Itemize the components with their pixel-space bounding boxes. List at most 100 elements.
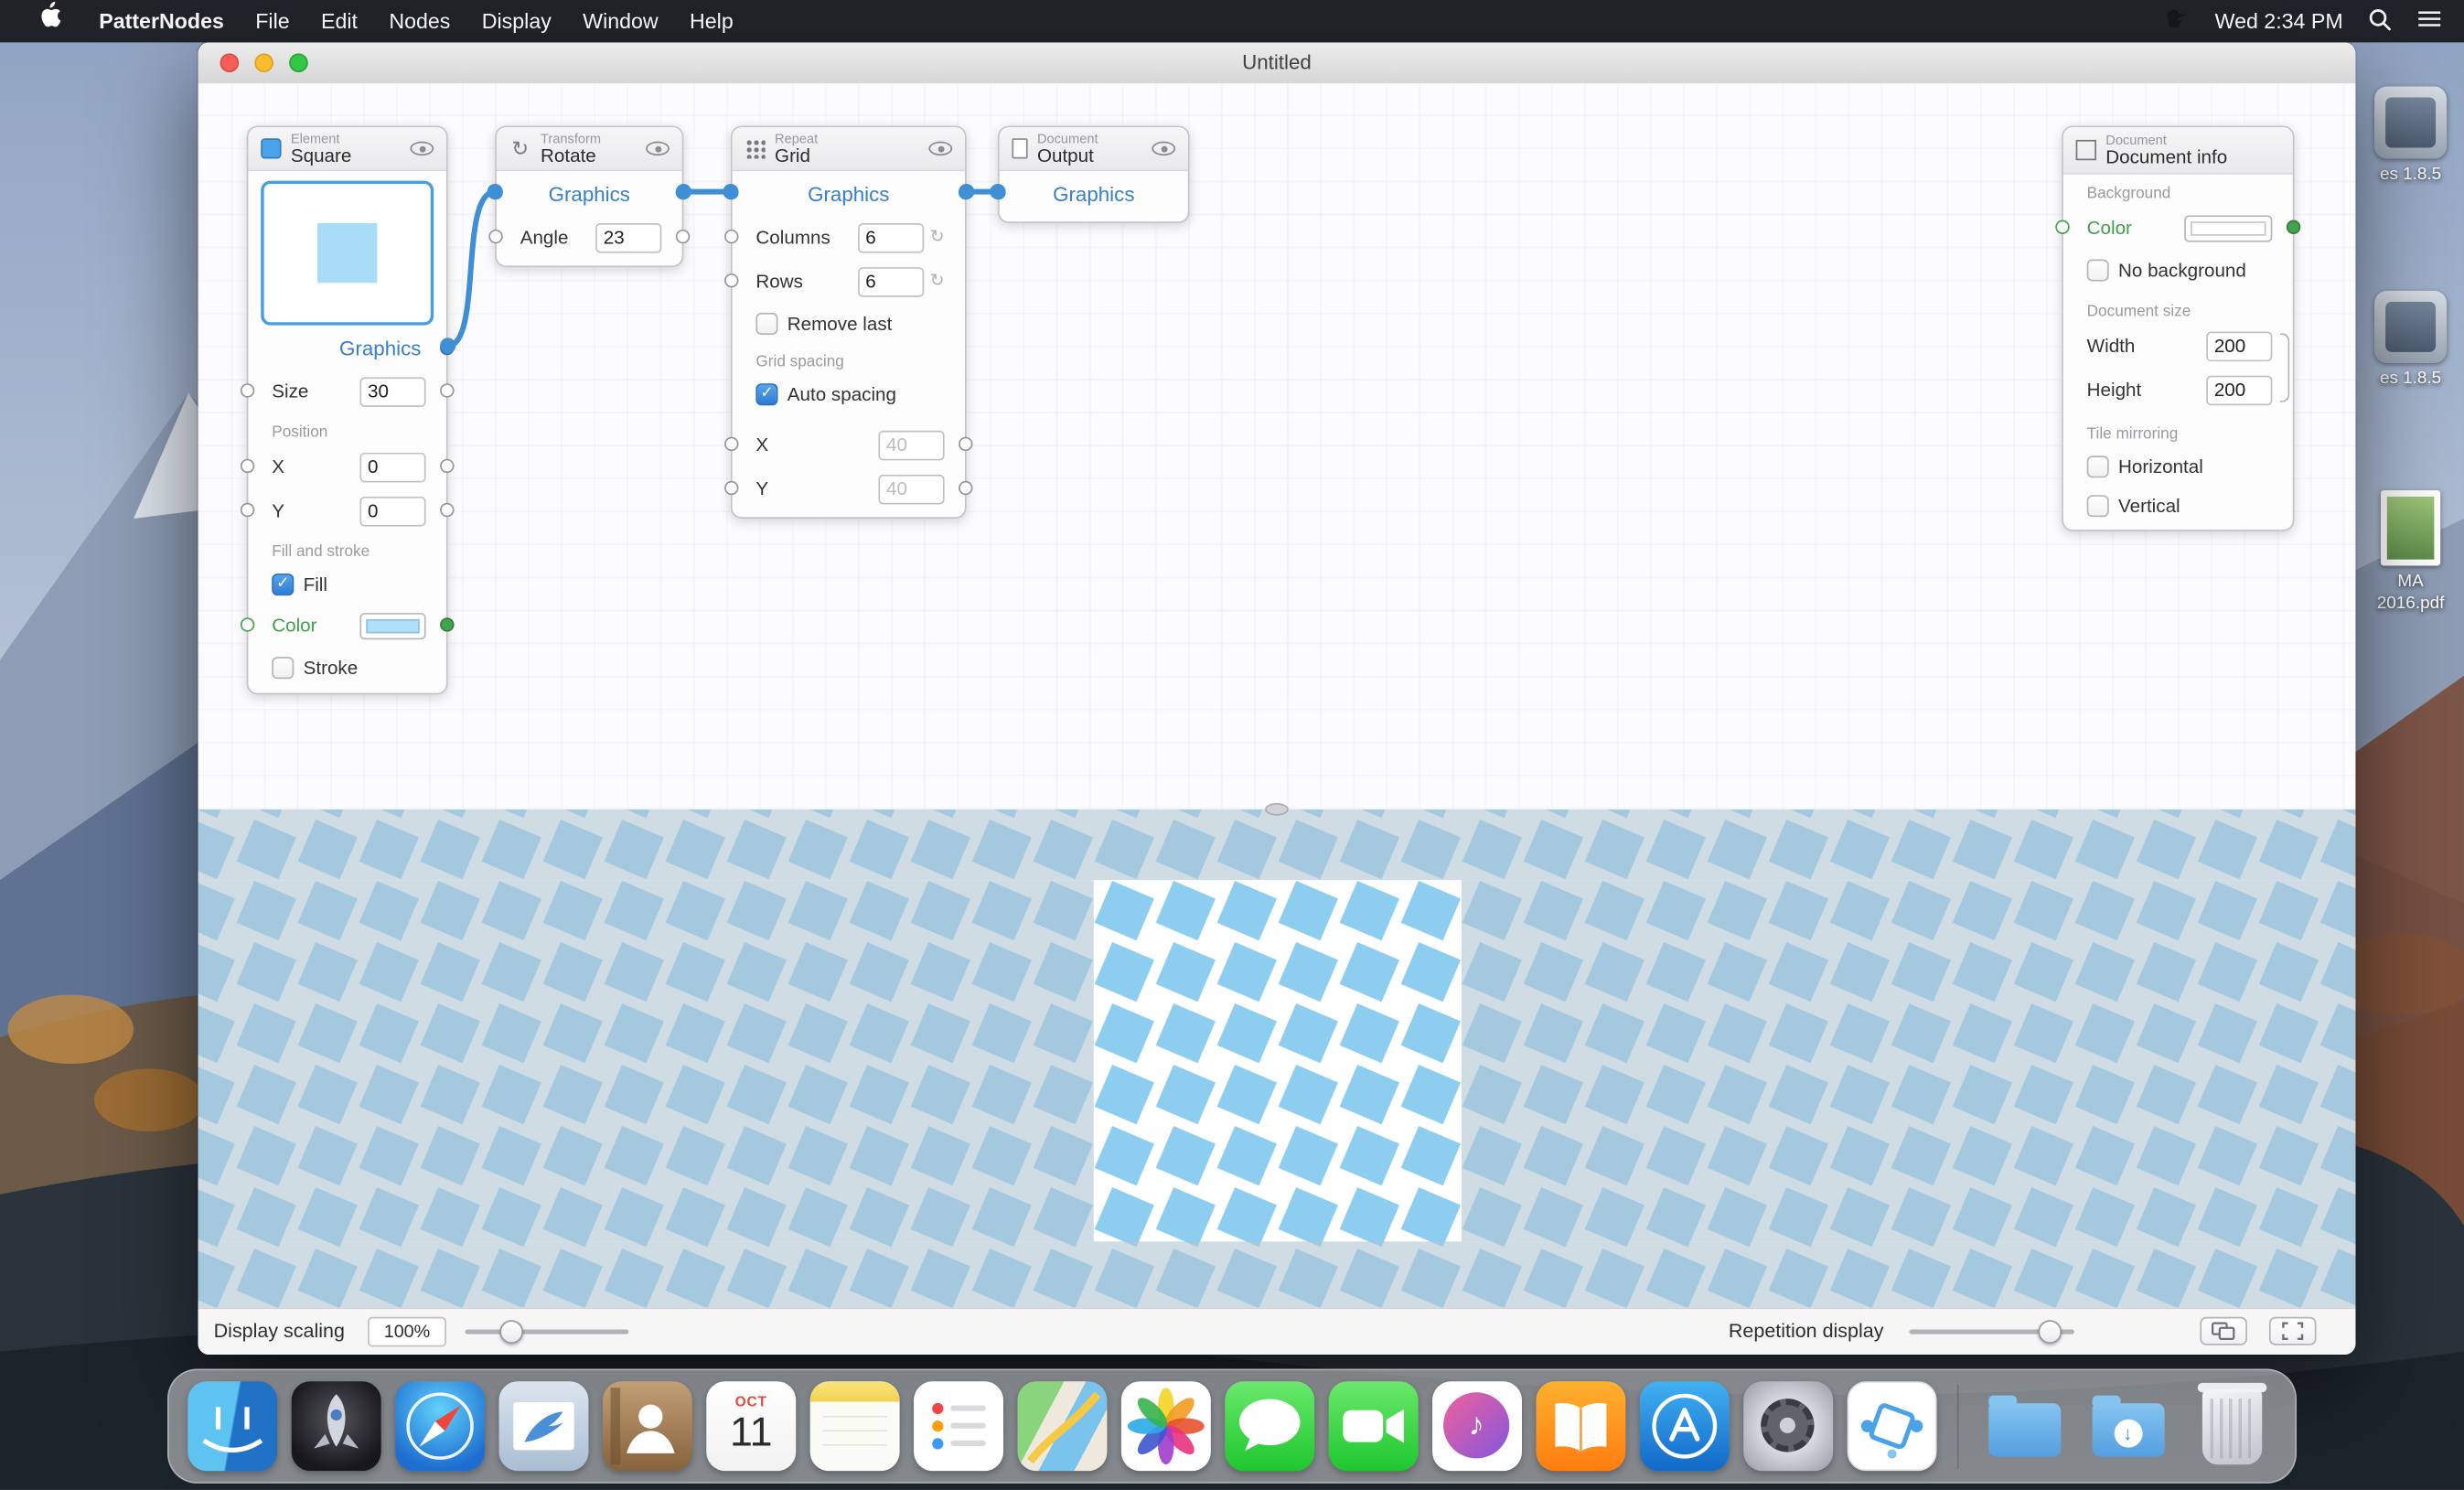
- repetition-display-slider[interactable]: [1910, 1318, 2074, 1345]
- desktop-icon-2[interactable]: es 1.8.5: [2361, 291, 2461, 391]
- port-graphics-input[interactable]: [724, 186, 738, 199]
- port-x-input[interactable]: [241, 459, 254, 473]
- eye-icon[interactable]: [928, 142, 952, 155]
- spotlight-icon[interactable]: [2368, 7, 2392, 36]
- dock-icon-downloads[interactable]: ↓: [2083, 1381, 2172, 1471]
- title-bar[interactable]: Untitled: [198, 42, 2355, 84]
- dock-icon-finder[interactable]: [187, 1381, 277, 1471]
- document-info-header[interactable]: Document Document info: [2063, 127, 2293, 175]
- menu-edit[interactable]: Edit: [305, 0, 373, 42]
- eye-icon[interactable]: [646, 142, 670, 155]
- menu-nodes[interactable]: Nodes: [373, 0, 466, 42]
- menu-display[interactable]: Display: [466, 0, 567, 42]
- pattern-preview[interactable]: [198, 809, 2355, 1308]
- port-columns-input[interactable]: [724, 230, 738, 243]
- dock-icon-notes[interactable]: [810, 1381, 900, 1471]
- dock-icon-system-preferences[interactable]: [1743, 1381, 1833, 1471]
- desktop-icon-1[interactable]: es 1.8.5: [2361, 86, 2461, 187]
- eye-icon[interactable]: [1152, 142, 1175, 155]
- fit-view-button[interactable]: [2269, 1317, 2317, 1345]
- dock-icon-app-store[interactable]: [1640, 1381, 1730, 1471]
- node-editor-canvas[interactable]: Element Square Graphics Size30 Position …: [198, 83, 2355, 809]
- port-color-input[interactable]: [241, 617, 254, 631]
- horizontal-mirror-checkbox[interactable]: [2087, 455, 2109, 477]
- node-rotate[interactable]: ↻ Transform Rotate Graphics Angle23: [495, 125, 683, 267]
- port-x-spacing-input[interactable]: [724, 437, 738, 451]
- x-spacing-input[interactable]: 40: [878, 430, 944, 460]
- no-background-checkbox[interactable]: [2087, 259, 2109, 281]
- node-rotate-header[interactable]: ↻ Transform Rotate: [497, 127, 682, 171]
- fill-color-swatch[interactable]: [359, 612, 425, 638]
- port-graphics-output[interactable]: [440, 341, 454, 355]
- port-graphics-input[interactable]: [991, 186, 1005, 199]
- eye-icon[interactable]: [410, 142, 434, 155]
- port-y-spacing-output[interactable]: [959, 481, 972, 495]
- dock-icon-safari[interactable]: [395, 1381, 485, 1471]
- dock-icon-patternodes[interactable]: [1848, 1381, 1937, 1471]
- port-graphics-input[interactable]: [488, 186, 502, 199]
- port-graphics-output[interactable]: [676, 186, 690, 199]
- dock-icon-ibooks[interactable]: [1536, 1381, 1625, 1471]
- y-spacing-input[interactable]: 40: [878, 474, 944, 504]
- panel-document-info[interactable]: Document Document info Background Color …: [2062, 125, 2294, 531]
- port-size-output[interactable]: [440, 383, 454, 397]
- y-input[interactable]: 0: [359, 496, 425, 526]
- remove-last-checkbox[interactable]: [755, 312, 777, 334]
- background-color-swatch[interactable]: [2184, 215, 2272, 241]
- port-y-input[interactable]: [241, 503, 254, 517]
- slider-knob[interactable]: [2038, 1320, 2062, 1344]
- dock-icon-messages[interactable]: [1225, 1381, 1314, 1471]
- auto-spacing-checkbox[interactable]: [755, 382, 777, 404]
- menu-window[interactable]: Window: [567, 0, 674, 42]
- display-scaling-value[interactable]: 100%: [368, 1317, 446, 1347]
- port-background-color-input[interactable]: [2055, 220, 2069, 234]
- menu-app-name[interactable]: PatterNodes: [83, 0, 240, 42]
- menu-clock[interactable]: Wed 2:34 PM: [2215, 9, 2343, 33]
- node-output-header[interactable]: Document Output: [1000, 127, 1188, 171]
- port-size-input[interactable]: [241, 383, 254, 397]
- node-grid[interactable]: Repeat Grid Graphics Columns6↻ Rows6↻ Re…: [731, 125, 967, 519]
- height-input[interactable]: 200: [2206, 375, 2272, 405]
- dock-icon-launchpad[interactable]: [292, 1381, 381, 1471]
- dock-icon-contacts[interactable]: [603, 1381, 692, 1471]
- randomize-icon[interactable]: ↻: [930, 229, 945, 246]
- display-scaling-slider[interactable]: [466, 1318, 629, 1345]
- fill-checkbox[interactable]: [272, 573, 294, 595]
- desktop-icon-3[interactable]: МА 2016.pdf: [2361, 490, 2461, 616]
- node-output[interactable]: Document Output Graphics: [998, 125, 1190, 223]
- dock-icon-calendar[interactable]: OCT 11: [706, 1381, 796, 1471]
- tile-view-button[interactable]: [2200, 1317, 2247, 1345]
- size-input[interactable]: 30: [359, 376, 425, 406]
- node-square[interactable]: Element Square Graphics Size30 Position …: [247, 125, 448, 694]
- angle-input[interactable]: 23: [595, 222, 661, 252]
- menu-file[interactable]: File: [240, 0, 305, 42]
- node-square-header[interactable]: Element Square: [248, 127, 445, 171]
- dock-icon-trash[interactable]: [2187, 1381, 2277, 1471]
- port-angle-input[interactable]: [488, 230, 502, 243]
- width-height-link-icon[interactable]: [2280, 333, 2289, 402]
- node-grid-header[interactable]: Repeat Grid: [733, 127, 965, 171]
- port-y-spacing-input[interactable]: [724, 481, 738, 495]
- port-color-output[interactable]: [440, 617, 454, 631]
- port-x-spacing-output[interactable]: [959, 437, 972, 451]
- status-menu-icon[interactable]: [2163, 6, 2190, 37]
- width-input[interactable]: 200: [2206, 331, 2272, 361]
- menu-help[interactable]: Help: [674, 0, 749, 42]
- port-graphics-output[interactable]: [959, 186, 972, 199]
- rows-input[interactable]: 6: [858, 266, 924, 296]
- port-rows-input[interactable]: [724, 273, 738, 287]
- columns-input[interactable]: 6: [858, 222, 924, 252]
- apple-menu[interactable]: [22, 0, 77, 42]
- dock-icon-reminders[interactable]: [914, 1381, 1003, 1471]
- notification-center-icon[interactable]: [2416, 8, 2441, 35]
- vertical-mirror-checkbox[interactable]: [2087, 494, 2109, 516]
- randomize-icon[interactable]: ↻: [930, 273, 945, 290]
- dock-icon-mail[interactable]: [498, 1381, 588, 1471]
- stroke-checkbox[interactable]: [272, 656, 294, 678]
- dock-icon-facetime[interactable]: [1329, 1381, 1419, 1471]
- port-angle-output[interactable]: [676, 230, 690, 243]
- dock-icon-itunes[interactable]: ♪: [1432, 1381, 1522, 1471]
- dock-icon-folder[interactable]: [1979, 1381, 2069, 1471]
- dock-icon-photos[interactable]: [1121, 1381, 1211, 1471]
- port-y-output[interactable]: [440, 503, 454, 517]
